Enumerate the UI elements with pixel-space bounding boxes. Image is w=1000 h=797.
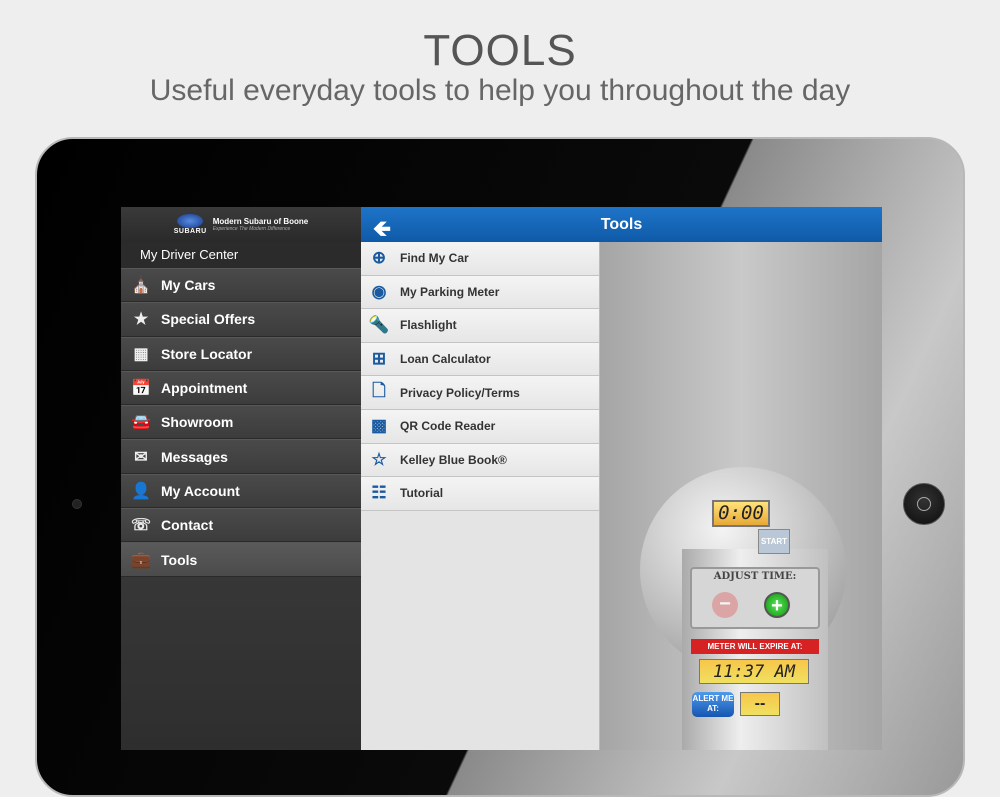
brand-name: SUBARU (173, 228, 207, 235)
sidebar-item-label: Contact (161, 517, 214, 534)
timer-display: 0:00 (712, 500, 770, 527)
dealer-name: Modern Subaru of Boone (212, 217, 309, 226)
parking-meter-panel: 0:00 ADJUST TIME: − + METER WILL EXPIRE … (600, 242, 882, 750)
toolbox-icon: 💼 (131, 551, 151, 569)
sidebar-item-label: Messages (161, 448, 228, 465)
tool-item-label: Privacy Policy/Terms (400, 385, 520, 400)
tool-item-label: Tutorial (400, 486, 444, 501)
car-locate-icon: ⊕ (371, 248, 387, 268)
tool-item-loan-calculator[interactable]: ⊞ Loan Calculator (361, 342, 599, 377)
car-icon: 🚘 (131, 414, 151, 432)
sidebar-item-label: Tools (161, 551, 198, 568)
sidebar-item-label: Showroom (161, 414, 234, 431)
sidebar-item-showroom[interactable]: 🚘 Showroom (121, 405, 361, 440)
tool-item-find-my-car[interactable]: ⊕ Find My Car (361, 242, 599, 276)
tools-list: ⊕ Find My Car ◉ My Parking Meter 🔦 Flashlight… (361, 242, 600, 750)
calendar-icon: 📅 (131, 380, 151, 398)
start-button[interactable]: START (758, 529, 790, 554)
page-title: TOOLS (423, 26, 577, 75)
tool-item-label: Flashlight (400, 318, 457, 333)
document-icon: 🗋 (372, 381, 386, 401)
meter-body: ADJUST TIME: − + METER WILL EXPIRE AT: 1… (682, 549, 828, 750)
section-header: My Driver Center (121, 242, 361, 268)
envelope-icon: ✉ (134, 448, 148, 466)
map-icon: ▦ (133, 345, 149, 363)
sidebar-item-label: My Account (161, 482, 240, 499)
alert-me-button[interactable]: ALERT ME AT: (692, 692, 734, 717)
tool-item-label: Loan Calculator (400, 352, 491, 367)
home-button[interactable] (903, 483, 945, 525)
sidebar-item-appointment[interactable]: 📅 Appointment (121, 370, 361, 406)
garage-icon: ⛪ (131, 277, 151, 295)
header-title: Tools (600, 216, 643, 233)
increase-time-button[interactable]: + (764, 592, 790, 618)
subaru-logo-icon (177, 214, 204, 228)
sliders-icon: ☷ (371, 483, 387, 503)
tool-item-my-parking-meter[interactable]: ◉ My Parking Meter (361, 275, 599, 310)
tool-item-label: Kelley Blue Book® (400, 452, 507, 467)
phone-icon: ☏ (130, 517, 151, 535)
star-icon: ★ (133, 311, 149, 329)
sidebar-item-label: Appointment (161, 380, 248, 397)
tool-item-privacy-policy-terms[interactable]: 🗋 Privacy Policy/Terms (361, 376, 599, 410)
sidebar-item-my-account[interactable]: 👤 My Account (121, 473, 361, 509)
kbb-icon: ☆ (371, 449, 387, 469)
sidebar-item-store-locator[interactable]: ▦ Store Locator (121, 336, 361, 371)
alert-time-display[interactable]: -- (740, 692, 780, 716)
qr-code-icon: ▩ (370, 416, 388, 436)
sidebar-item-contact[interactable]: ☏ Contact (121, 508, 361, 543)
sidebar-item-my-cars[interactable]: ⛪ My Cars (121, 268, 361, 303)
flashlight-icon: 🔦 (368, 315, 390, 335)
decrease-time-button[interactable]: − (712, 592, 738, 618)
person-icon: 👤 (131, 482, 151, 500)
sidebar: SUBARU Modern Subaru of Boone Experience … (121, 207, 361, 750)
tool-item-flashlight[interactable]: 🔦 Flashlight (361, 309, 599, 343)
adjust-time-label: ADJUST TIME: (713, 571, 797, 582)
expire-label: METER WILL EXPIRE AT: (691, 639, 819, 654)
app-screen: SUBARU Modern Subaru of Boone Experience … (121, 207, 882, 750)
parking-meter-icon: ◉ (371, 281, 387, 301)
tool-item-kelley-blue-book[interactable]: ☆ Kelley Blue Book® (361, 443, 599, 478)
page-subtitle: Useful everyday tools to help you throug… (149, 74, 851, 107)
sidebar-item-label: Store Locator (161, 345, 253, 362)
nav-header: 🡸 Tools (361, 207, 882, 242)
camera-icon (72, 499, 82, 509)
sidebar-item-tools[interactable]: 💼 Tools (121, 542, 361, 577)
tool-item-qr-code-reader[interactable]: ▩ QR Code Reader (361, 409, 599, 444)
dealer-logo: SUBARU Modern Subaru of Boone Experience … (121, 207, 361, 242)
tool-item-tutorial[interactable]: ☷ Tutorial (361, 477, 599, 511)
calculator-icon: ⊞ (371, 349, 387, 369)
tool-item-label: My Parking Meter (400, 284, 500, 299)
sidebar-item-label: My Cars (161, 277, 216, 294)
adjust-time-panel: ADJUST TIME: − + (690, 567, 820, 629)
expire-time-display: 11:37 AM (699, 659, 809, 684)
tool-item-label: Find My Car (400, 251, 469, 266)
tool-item-label: QR Code Reader (400, 419, 496, 434)
dealer-tagline: Experience The Modern Difference (212, 226, 291, 232)
sidebar-item-messages[interactable]: ✉ Messages (121, 439, 361, 474)
sidebar-item-label: Special Offers (161, 311, 256, 328)
sidebar-item-special-offers[interactable]: ★ Special Offers (121, 302, 361, 337)
